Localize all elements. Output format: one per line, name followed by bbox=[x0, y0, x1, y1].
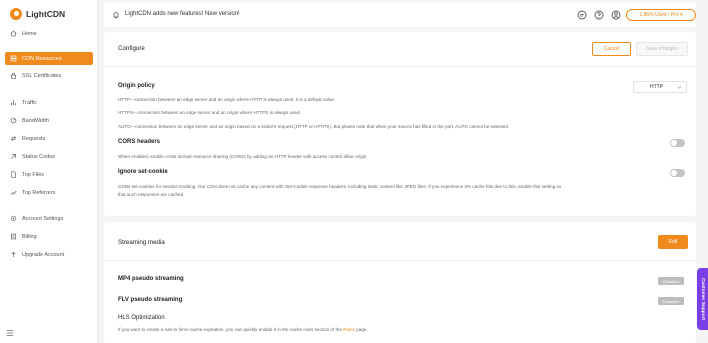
sidebar-item-label: Traffic bbox=[22, 99, 37, 106]
origin-policy-select[interactable]: HTTP bbox=[633, 81, 687, 93]
user-avatar-icon[interactable] bbox=[611, 10, 621, 20]
bandwidth-icon bbox=[10, 117, 17, 124]
sidebar-item-bandwidth[interactable]: BandWidth bbox=[5, 114, 93, 127]
menu-icon[interactable] bbox=[6, 329, 14, 337]
chat-icon[interactable] bbox=[577, 10, 587, 20]
sidebar-item-label: CDN Resources bbox=[22, 55, 62, 62]
file-icon bbox=[10, 171, 17, 178]
sidebar-item-status-codes[interactable]: Status Codes bbox=[5, 150, 93, 163]
sidebar-item-traffic[interactable]: Traffic bbox=[5, 96, 93, 109]
configure-title: Configure bbox=[118, 45, 145, 52]
ignore-cookie-toggle[interactable] bbox=[670, 169, 685, 177]
sidebar-item-top-files[interactable]: Top Files bbox=[5, 168, 93, 181]
bell-icon[interactable] bbox=[112, 11, 120, 19]
sidebar-item-billing[interactable]: Billing bbox=[5, 230, 93, 243]
hls-desc-text: If you want to create a rule to force ca… bbox=[118, 327, 342, 332]
sidebar-item-label: Requests bbox=[22, 135, 46, 142]
sidebar-item-label: Top Referrers bbox=[22, 189, 56, 196]
save-changes-button[interactable]: Save changes bbox=[636, 42, 688, 56]
rules-link[interactable]: Rules bbox=[343, 327, 355, 332]
origin-policy-http-desc: HTTP—connection between an edge server a… bbox=[118, 97, 336, 102]
flv-streaming-title: FLV pseudo streaming bbox=[118, 297, 183, 303]
hls-desc: If you want to create a rule to force ca… bbox=[118, 326, 368, 333]
divider bbox=[104, 260, 696, 261]
origin-policy-title: Origin policy bbox=[118, 83, 155, 89]
origin-policy-https-desc: HTTPS—connection between an edge server … bbox=[118, 110, 301, 115]
help-icon[interactable] bbox=[594, 10, 604, 20]
ignore-cookie-desc-2: that such responses are cached. bbox=[118, 192, 185, 197]
bar-chart-icon bbox=[10, 99, 17, 106]
referrers-icon bbox=[10, 189, 17, 196]
edit-button[interactable]: Edit bbox=[658, 235, 688, 249]
customer-support-tab[interactable]: Customer Support bbox=[697, 268, 708, 330]
sidebar-item-cdn-resources[interactable]: CDN Resources bbox=[5, 52, 93, 65]
ssl-icon bbox=[10, 72, 17, 79]
sidebar-item-label: Billing bbox=[22, 233, 37, 240]
divider bbox=[104, 66, 696, 67]
logo-text: LightCDN bbox=[26, 9, 66, 19]
cors-toggle[interactable] bbox=[670, 139, 685, 147]
configure-card: Configure Cancel Save changes Origin pol… bbox=[104, 32, 696, 216]
requests-icon bbox=[10, 135, 17, 142]
hls-title: HLS Optimization bbox=[118, 315, 165, 321]
sidebar-item-home[interactable]: Home bbox=[5, 27, 93, 40]
cors-title: CORS headers bbox=[118, 139, 161, 145]
toggle-knob bbox=[671, 140, 677, 146]
streaming-media-title: Streaming media bbox=[118, 239, 165, 246]
sidebar-item-label: Top Files bbox=[22, 171, 45, 178]
sidebar-item-label: Home bbox=[22, 30, 37, 37]
sidebar-item-label: Account Settings bbox=[22, 215, 64, 222]
sidebar-item-account-settings[interactable]: Account Settings bbox=[5, 212, 93, 225]
sidebar-item-label: SSL Certificates bbox=[22, 72, 62, 79]
server-icon bbox=[10, 55, 17, 62]
toggle-knob bbox=[671, 170, 677, 176]
cancel-button[interactable]: Cancel bbox=[592, 42, 631, 56]
streaming-media-card: Streaming media Edit MP4 pseudo streamin… bbox=[104, 222, 696, 343]
logo[interactable]: LightCDN bbox=[10, 8, 65, 20]
ignore-cookie-desc: CDNs set cookies for session tracking. O… bbox=[118, 184, 562, 189]
sidebar-item-label: BandWidth bbox=[22, 117, 49, 124]
sidebar: LightCDN Home CDN Resources SSL Certific… bbox=[0, 0, 98, 343]
mp4-status-badge: Disabled bbox=[658, 277, 684, 285]
sidebar-item-top-referrers[interactable]: Top Referrers bbox=[5, 186, 93, 199]
sidebar-item-upgrade-account[interactable]: Upgrade Account bbox=[5, 248, 93, 261]
mp4-streaming-title: MP4 pseudo streaming bbox=[118, 276, 184, 282]
billing-icon bbox=[10, 233, 17, 240]
gear-icon bbox=[10, 215, 17, 222]
plan-usage-badge[interactable]: 1.86% Used / Pro ▾ bbox=[626, 9, 696, 21]
ignore-cookie-title: Ignore set-cookie bbox=[118, 169, 168, 175]
sidebar-item-ssl[interactable]: SSL Certificates bbox=[5, 69, 93, 82]
cors-desc: When enabled, enable cross domain resour… bbox=[118, 154, 367, 159]
sidebar-item-label: Upgrade Account bbox=[22, 251, 65, 258]
origin-policy-value: HTTP bbox=[650, 84, 664, 90]
announcement-text[interactable]: LightCDN adds new features! New version! bbox=[125, 11, 240, 17]
top-bar: LightCDN adds new features! New version!… bbox=[104, 3, 696, 27]
status-codes-icon bbox=[10, 153, 17, 160]
sidebar-item-label: Status Codes bbox=[22, 153, 56, 160]
sidebar-item-requests[interactable]: Requests bbox=[5, 132, 93, 145]
chevron-down-icon bbox=[677, 86, 682, 89]
hls-desc-end: page. bbox=[356, 327, 368, 332]
logo-icon bbox=[10, 8, 22, 20]
flv-status-badge: Disabled bbox=[658, 297, 684, 305]
home-icon bbox=[10, 30, 17, 37]
customer-support-label: Customer Support bbox=[700, 277, 705, 321]
upgrade-icon bbox=[10, 251, 17, 258]
origin-policy-auto-desc: AUTO—connection between an edge server a… bbox=[118, 124, 510, 129]
